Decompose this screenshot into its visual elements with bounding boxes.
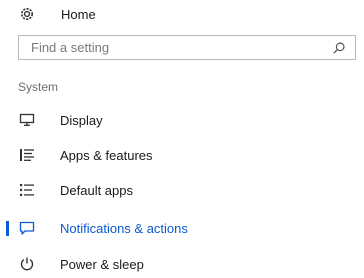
nav-item-default-apps[interactable]: Default apps [0, 177, 364, 203]
monitor-icon [18, 111, 36, 129]
nav-item-label: Notifications & actions [60, 220, 188, 236]
gear-icon [18, 5, 36, 23]
nav-item-label: Apps & features [60, 147, 153, 163]
search-box [18, 35, 356, 60]
settings-nav-pane: Home System Display [0, 0, 364, 278]
default-apps-icon [18, 181, 36, 199]
nav-item-apps-features[interactable]: Apps & features [0, 142, 364, 168]
home-nav-item[interactable]: Home [0, 1, 364, 27]
home-label: Home [61, 6, 96, 22]
nav-item-display[interactable]: Display [0, 107, 364, 133]
nav-item-power-sleep[interactable]: Power & sleep [0, 251, 364, 277]
nav-item-label: Default apps [60, 182, 133, 198]
section-title: System [18, 80, 59, 94]
notification-icon [18, 219, 36, 237]
power-icon [18, 255, 36, 273]
search-icon[interactable] [332, 41, 346, 55]
nav-item-notifications-actions[interactable]: Notifications & actions [0, 215, 364, 241]
search-input[interactable] [19, 36, 331, 59]
nav-item-label: Display [60, 112, 103, 128]
apps-list-icon [18, 146, 36, 164]
nav-item-label: Power & sleep [60, 256, 144, 272]
